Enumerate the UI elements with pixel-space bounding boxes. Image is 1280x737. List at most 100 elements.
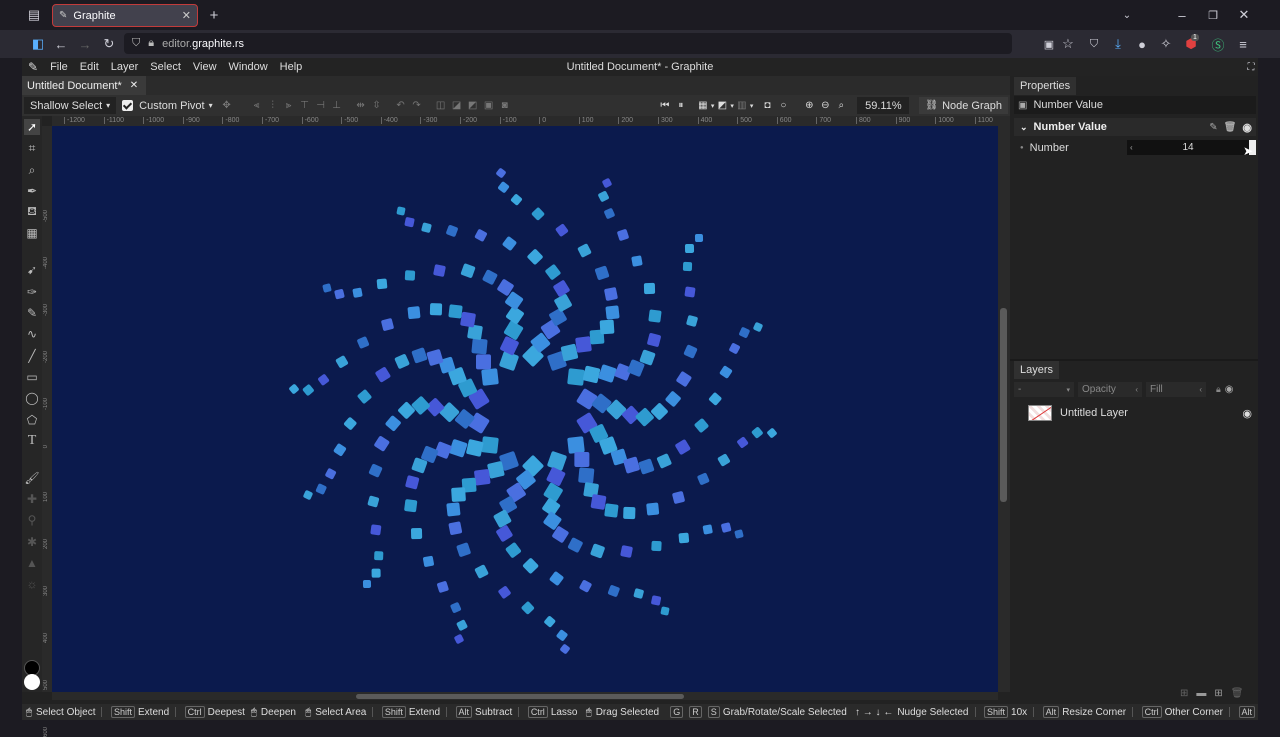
menu-help[interactable]: Help	[274, 61, 309, 73]
document-canvas[interactable]	[52, 126, 998, 692]
boolean-subtract-front-icon[interactable]: ◪	[450, 100, 464, 112]
extensions-icon[interactable]: ✧	[1158, 36, 1174, 52]
close-tab-icon[interactable]: ✕	[182, 9, 191, 22]
chevron-down-icon[interactable]: ▾	[730, 102, 734, 110]
text-tool-icon[interactable]: T	[24, 433, 40, 449]
chevron-down-icon[interactable]: ⌄	[1119, 7, 1135, 23]
decrement-arrow-icon[interactable]: ‹	[1130, 143, 1133, 152]
grid-icon[interactable]: ▥	[735, 100, 749, 112]
opacity-input[interactable]: Opacity ‹	[1078, 382, 1142, 397]
align-bottom-icon[interactable]: ⊥	[330, 100, 344, 112]
menu-select[interactable]: Select	[144, 61, 187, 73]
trash-icon[interactable]: 🗑︎	[1231, 688, 1244, 699]
menu-layer[interactable]: Layer	[105, 61, 145, 73]
render-mode-normal-icon[interactable]: ◘	[760, 100, 774, 112]
ellipse-tool-icon[interactable]: ◯	[24, 390, 40, 406]
boolean-intersect-icon[interactable]: ▣	[482, 100, 496, 112]
view-mode-icon[interactable]: ▦	[696, 100, 710, 112]
rotate-right-icon[interactable]: ↷	[410, 100, 424, 112]
minimize-icon[interactable]: –	[1174, 7, 1190, 23]
url-bar[interactable]: ⛉ 🔒︎ editor.graphite.rs	[124, 33, 1012, 54]
forward-icon[interactable]: →	[77, 36, 93, 52]
fullscreen-icon[interactable]: ⛶	[1244, 60, 1258, 74]
rotate-left-icon[interactable]: ↶	[394, 100, 408, 112]
fill-tool-icon[interactable]: ⛾	[24, 204, 40, 220]
menu-file[interactable]: File	[44, 61, 74, 73]
zoom-fit-icon[interactable]: ⌕	[834, 100, 848, 112]
align-left-icon[interactable]: ⫷	[250, 100, 264, 112]
visibility-eye-icon[interactable]: ◉	[1242, 121, 1252, 134]
new-tab-icon[interactable]: +	[206, 7, 222, 24]
pin-icon[interactable]: ✎	[1209, 122, 1217, 133]
extension-s-icon[interactable]: Ⓢ	[1210, 36, 1226, 53]
fill-input[interactable]: Fill ‹	[1146, 382, 1206, 397]
close-window-icon[interactable]: ✕	[1236, 7, 1252, 23]
select-tool-icon[interactable]: ➚	[24, 119, 40, 135]
close-document-icon[interactable]: ✕	[130, 80, 138, 91]
line-tool-icon[interactable]: ╱	[24, 348, 40, 364]
snapping-icon[interactable]: ◩	[715, 100, 729, 112]
rectangle-tool-icon[interactable]: ▭	[24, 369, 40, 385]
shield-icon[interactable]: ⛉	[132, 37, 140, 50]
browser-tab[interactable]: ✎ Graphite ✕	[52, 4, 198, 27]
pocket-icon[interactable]: ⛉	[1086, 36, 1102, 52]
new-layer-icon[interactable]: ⊞	[1180, 688, 1188, 699]
folder-icon[interactable]: ▬	[1196, 688, 1206, 699]
visibility-eye-icon[interactable]: ◉	[1225, 384, 1234, 395]
bookmark-star-icon[interactable]: ☆	[1060, 36, 1076, 52]
visibility-eye-icon[interactable]: ◉	[1242, 407, 1252, 420]
graphite-logo-icon[interactable]: ✎	[22, 60, 44, 74]
gradient-tool-icon[interactable]: ▦	[24, 225, 40, 241]
chevron-down-icon[interactable]: ▾	[711, 102, 715, 110]
delete-icon[interactable]: 🗑︎	[1224, 122, 1237, 133]
new-folder-icon[interactable]: ⊞	[1214, 688, 1222, 699]
reload-icon[interactable]: ↻	[101, 36, 117, 52]
flip-vertical-icon[interactable]: ⇳	[370, 100, 384, 112]
vertical-scroll-thumb[interactable]	[1000, 308, 1007, 502]
skip-back-icon[interactable]: ⏮	[658, 100, 672, 112]
download-icon[interactable]: ⤓	[1110, 36, 1126, 52]
menu-view[interactable]: View	[187, 61, 223, 73]
zoom-out-icon[interactable]: ⊖	[818, 100, 832, 112]
select-mode-dropdown[interactable]: Shallow Select ▾	[24, 97, 117, 114]
path-tool-icon[interactable]: ➹	[24, 262, 40, 278]
polygon-tool-icon[interactable]: ⬠	[24, 412, 40, 428]
heal-tool-icon[interactable]: ✚	[24, 491, 40, 507]
blend-mode-dropdown[interactable]: - ▾	[1014, 382, 1074, 397]
vertical-scrollbar[interactable]	[998, 116, 1010, 692]
number-input[interactable]: ‹ 14	[1127, 140, 1249, 155]
menu-edit[interactable]: Edit	[74, 61, 105, 73]
layer-row[interactable]: Untitled Layer ◉	[1014, 402, 1256, 424]
detail-tool-icon[interactable]: ▲	[24, 555, 40, 571]
boolean-union-icon[interactable]: ◫	[434, 100, 448, 112]
chevron-down-icon[interactable]: ⌄	[1020, 122, 1028, 133]
relight-tool-icon[interactable]: ☼	[24, 576, 40, 592]
pause-icon[interactable]: ⏸	[674, 100, 688, 112]
properties-header[interactable]: Properties	[1014, 77, 1077, 95]
eyedropper-tool-icon[interactable]: ✒	[24, 183, 40, 199]
clone-tool-icon[interactable]: ⚲	[24, 512, 40, 528]
menu-window[interactable]: Window	[223, 61, 274, 73]
artboard-tool-icon[interactable]: ⌗	[24, 140, 40, 156]
freehand-tool-icon[interactable]: ✎	[24, 305, 40, 321]
spline-tool-icon[interactable]: ∿	[24, 326, 40, 342]
sidebar-toggle-icon[interactable]: ◧	[30, 36, 46, 52]
lock-icon[interactable]: 🔒︎	[1216, 384, 1221, 395]
align-top-icon[interactable]: ⊤	[298, 100, 312, 112]
back-icon[interactable]: ←	[53, 36, 69, 52]
account-icon[interactable]: ●	[1134, 36, 1150, 52]
pivot-dropdown[interactable]: Custom Pivot ▾	[133, 97, 218, 114]
brush-tool-icon[interactable]: 🖌︎	[24, 470, 40, 486]
align-center-v-icon[interactable]: ⊣	[314, 100, 328, 112]
horizontal-scroll-thumb[interactable]	[356, 694, 684, 699]
secondary-color-swatch[interactable]	[24, 674, 40, 690]
boolean-subtract-back-icon[interactable]: ◩	[466, 100, 480, 112]
flip-horizontal-icon[interactable]: ⇹	[354, 100, 368, 112]
align-center-h-icon[interactable]: ⫶	[266, 100, 280, 112]
number-value-section[interactable]: ⌄ Number Value ✎ 🗑︎ ◉	[1014, 118, 1256, 136]
restore-icon[interactable]: ❐	[1205, 7, 1221, 23]
chevron-down-icon[interactable]: ▾	[750, 102, 754, 110]
zoom-in-icon[interactable]: ⊕	[802, 100, 816, 112]
align-right-icon[interactable]: ⫸	[282, 100, 296, 112]
layers-header[interactable]: Layers	[1014, 361, 1060, 379]
